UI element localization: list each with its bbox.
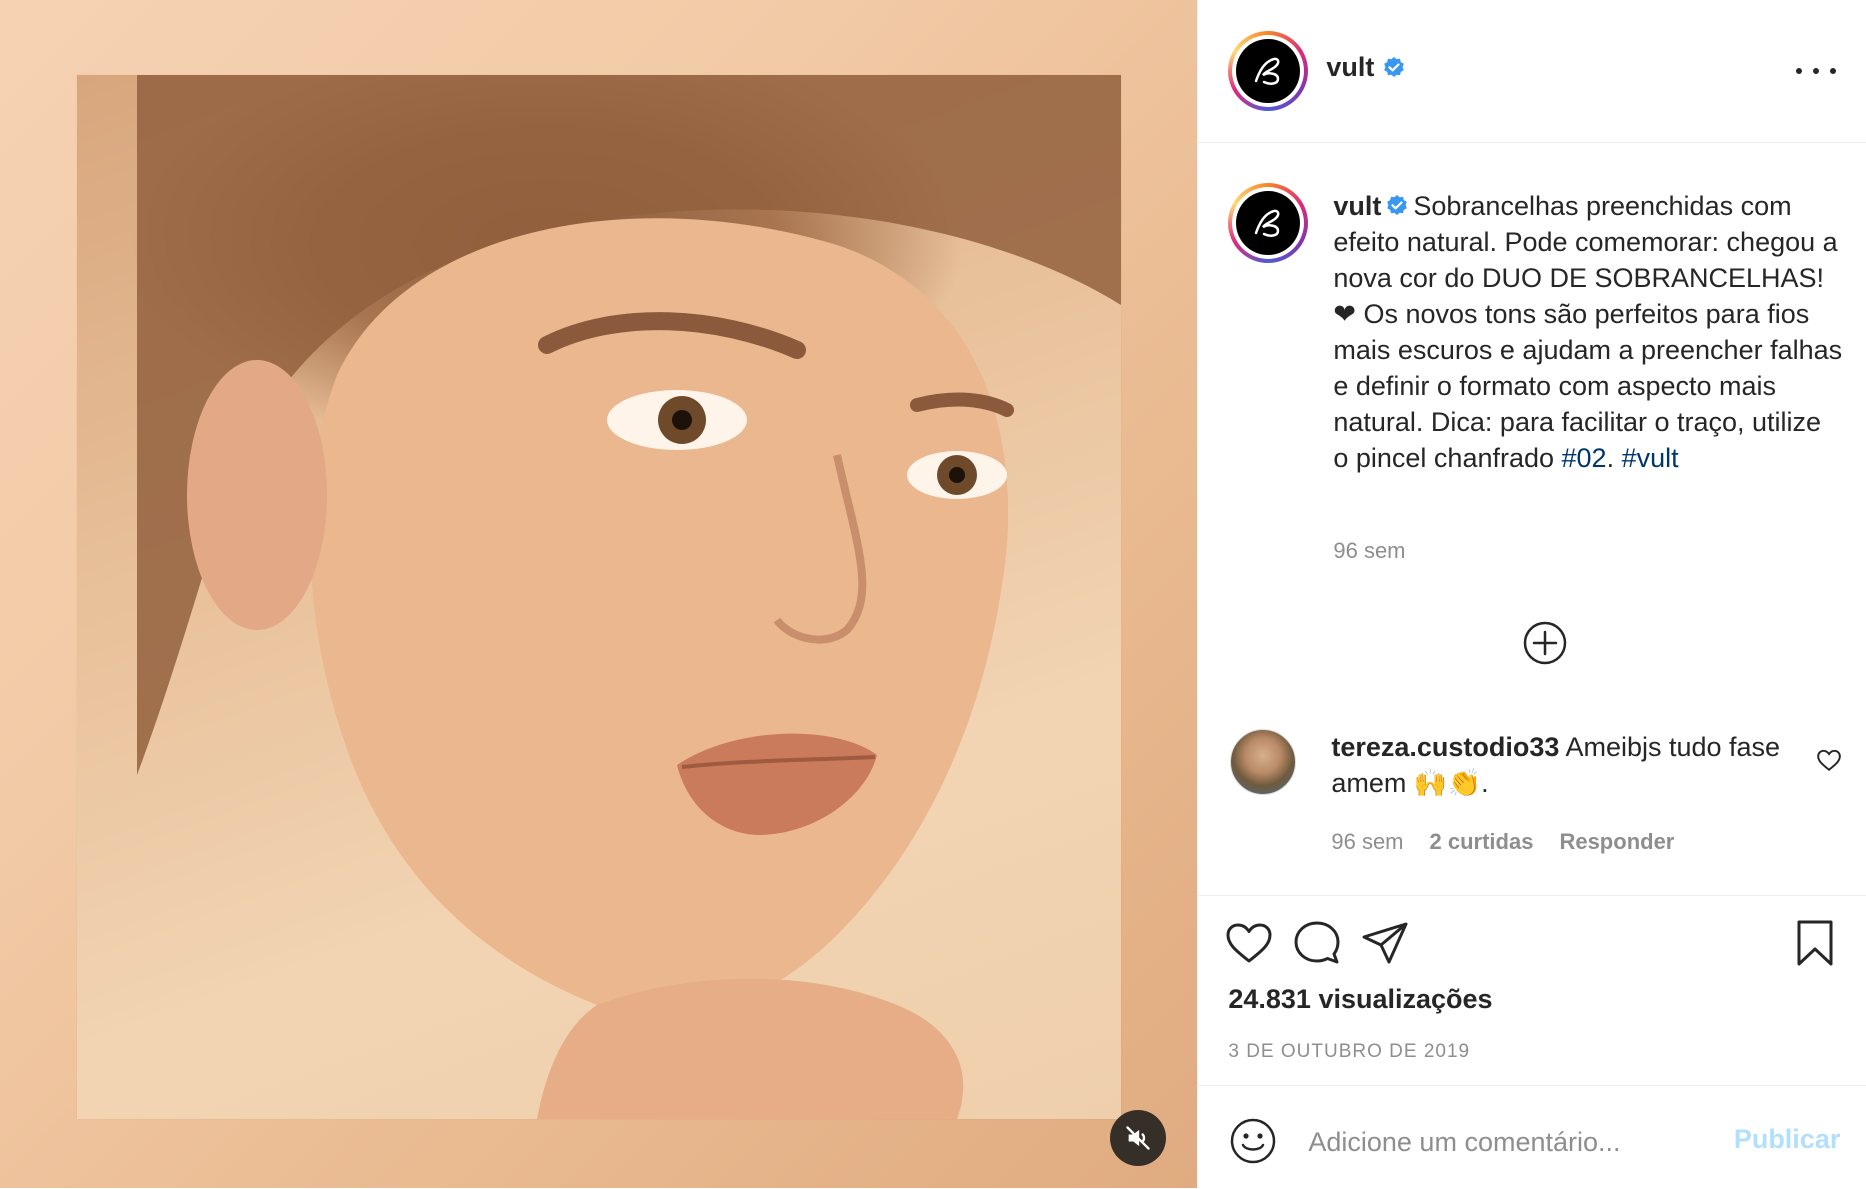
reply-button[interactable]: Responder [1559,829,1674,855]
post-date[interactable]: 3 DE OUTUBRO DE 2019 [1228,1041,1470,1063]
post-video[interactable] [0,0,1198,1188]
comments-section: vult Sobrancelhas preenchidas com efeito… [1198,143,1866,895]
caption-separator: . [1606,443,1622,473]
heart-icon[interactable] [1224,918,1274,968]
more-options-icon[interactable] [1796,56,1837,86]
header-avatar[interactable] [1228,31,1309,111]
post-modal: vult vult Sobrancelhas preenchidas com e… [0,0,1866,1188]
comment-icon[interactable] [1292,918,1342,968]
verified-badge-icon [1387,195,1408,215]
caption-username[interactable]: vult [1333,191,1381,221]
comment-likes-link[interactable]: 2 curtidas [1430,829,1534,855]
verified-badge-icon [1384,56,1405,77]
post-caption: vult Sobrancelhas preenchidas com efeito… [1333,188,1843,476]
share-icon[interactable] [1360,918,1410,968]
mute-toggle-button[interactable] [1110,1110,1166,1166]
add-comment-bar: Publicar [1198,1085,1866,1189]
comment-timestamp[interactable]: 96 sem [1331,829,1403,855]
post-header: vult [1198,0,1866,143]
vult-logo-icon [1255,57,1280,85]
vult-logo-icon [1255,209,1280,237]
heart-icon[interactable] [1816,747,1842,773]
hashtag-link[interactable]: #02 [1562,443,1607,473]
commenter-username[interactable]: tereza.custodio33 [1331,732,1559,762]
commenter-avatar[interactable] [1230,729,1297,795]
header-username-link[interactable]: vult [1326,52,1406,83]
caption-text: Sobrancelhas preenchidas com efeito natu… [1333,191,1843,473]
caption-avatar[interactable] [1228,183,1309,263]
portrait-illustration [137,75,1121,1119]
views-count[interactable]: 24.831 visualizações [1228,984,1492,1015]
header-username[interactable]: vult [1326,52,1374,83]
muted-speaker-icon [1126,1126,1150,1150]
caption-timestamp[interactable]: 96 sem [1333,538,1405,564]
publish-button[interactable]: Publicar [1734,1124,1841,1155]
comment-meta: 96 sem 2 curtidas Responder [1331,829,1674,855]
bookmark-icon[interactable] [1790,918,1840,968]
comment: tereza.custodio33 Ameibjs tudo fase amem… [1331,729,1801,801]
emoji-icon[interactable] [1228,1116,1278,1166]
post-actions: 24.831 visualizações 3 DE OUTUBRO DE 201… [1198,895,1866,1086]
plus-circle-icon[interactable] [1521,619,1569,667]
post-side-panel: vult vult Sobrancelhas preenchidas com e… [1197,0,1866,1188]
hashtag-link[interactable]: #vult [1622,443,1679,473]
model-portrait-image [77,75,1121,1119]
comment-input[interactable] [1306,1116,1711,1168]
